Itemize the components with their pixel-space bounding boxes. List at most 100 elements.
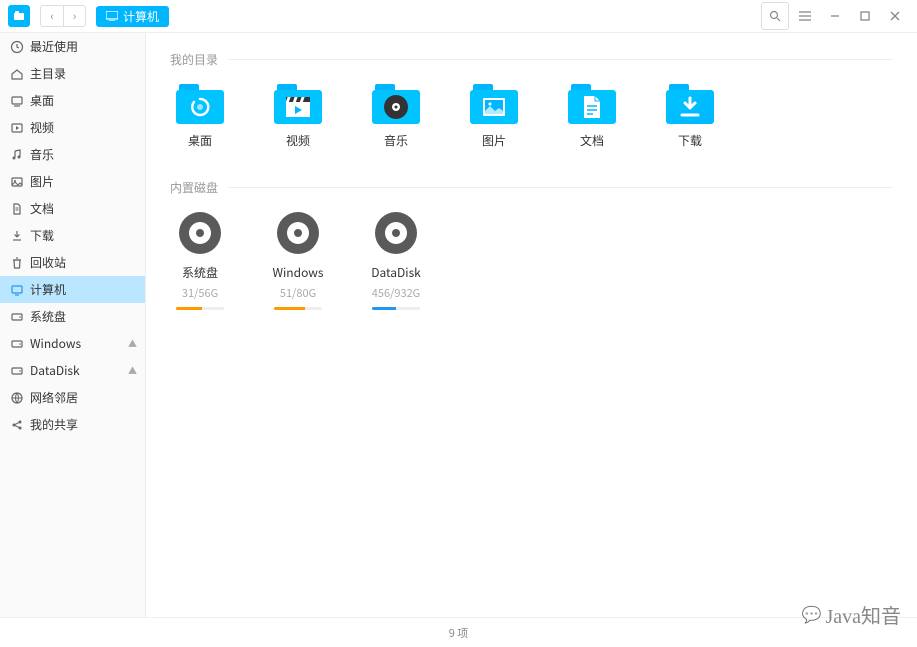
sidebar-item-label: 回收站 [30, 254, 66, 271]
download-icon [10, 229, 24, 243]
disk-item-windows[interactable]: Windows51/80G [268, 212, 328, 310]
sidebar-item-label: 视频 [30, 119, 54, 136]
item-count: 9 项 [449, 625, 469, 641]
desktop-icon [10, 94, 24, 108]
sidebar-item-label: 网络邻居 [30, 389, 78, 406]
minimize-icon [829, 10, 841, 22]
disk-usage-bar [274, 307, 322, 310]
music-icon [10, 148, 24, 162]
sidebar-item-windows[interactable]: Windows ▲ [0, 330, 145, 357]
sidebar-item-network[interactable]: 网络邻居 [0, 384, 145, 411]
forward-button[interactable]: › [63, 6, 85, 26]
sidebar-item-label: 文档 [30, 200, 54, 217]
menu-button[interactable] [791, 2, 819, 30]
menu-icon [798, 10, 812, 22]
sidebar-item-label: 桌面 [30, 92, 54, 109]
search-icon [769, 10, 781, 22]
item-label: Windows [272, 264, 323, 281]
sidebar-item-label: 下载 [30, 227, 54, 244]
sidebar-item-label: 主目录 [30, 65, 66, 82]
sidebar-item-label: 最近使用 [30, 38, 78, 55]
sidebar-item-label: DataDisk [30, 362, 80, 379]
folder-item-documents[interactable]: 文档 [562, 84, 622, 149]
titlebar: ‹ › 计算机 [0, 0, 917, 33]
sidebar-item-videos[interactable]: 视频 [0, 114, 145, 141]
sidebar-item-recent[interactable]: 最近使用 [0, 33, 145, 60]
sidebar-item-pictures[interactable]: 图片 [0, 168, 145, 195]
watermark: Java知音 [802, 600, 901, 629]
video-icon [10, 121, 24, 135]
item-label: 系统盘 [182, 264, 218, 281]
maximize-button[interactable] [851, 2, 879, 30]
disk-icon [179, 212, 221, 254]
eject-icon[interactable]: ▲ [128, 364, 137, 377]
back-button[interactable]: ‹ [41, 6, 63, 26]
folder-icon [372, 84, 420, 124]
disk-usage-bar [176, 307, 224, 310]
disk-item-datadisk[interactable]: DataDisk 456/932G [366, 212, 426, 310]
statusbar: 9 项 [0, 617, 917, 647]
share-icon [10, 418, 24, 432]
sidebar-item-label: Windows [30, 335, 81, 352]
maximize-icon [859, 10, 871, 22]
item-sub: 31/56G [182, 285, 218, 301]
network-icon [10, 391, 24, 405]
trash-icon [10, 256, 24, 270]
sidebar-item-label: 我的共享 [30, 416, 78, 433]
close-button[interactable] [881, 2, 909, 30]
sidebar-item-label: 计算机 [30, 281, 66, 298]
disk-icon [277, 212, 319, 254]
sidebar-item-label: 图片 [30, 173, 54, 190]
disk-icon [10, 310, 24, 324]
sidebar-item-trash[interactable]: 回收站 [0, 249, 145, 276]
sidebar: 最近使用主目录桌面视频音乐图片文档下载回收站计算机系统盘Windows▲Data… [0, 33, 146, 617]
eject-icon[interactable]: ▲ [128, 337, 137, 350]
grid-internal: 系统盘 31/56G Windows51/80G DataDisk 456/932G [170, 212, 893, 310]
sidebar-item-systemdisk[interactable]: 系统盘 [0, 303, 145, 330]
folder-item-pictures[interactable]: 图片 [464, 84, 524, 149]
item-label: 文档 [580, 132, 604, 149]
computer-icon [10, 283, 24, 297]
item-label: DataDisk [371, 264, 421, 281]
sidebar-item-desktop[interactable]: 桌面 [0, 87, 145, 114]
folder-item-music[interactable]: 音乐 [366, 84, 426, 149]
sidebar-item-home[interactable]: 主目录 [0, 60, 145, 87]
document-icon [10, 202, 24, 216]
disk-icon [375, 212, 417, 254]
sidebar-item-music[interactable]: 音乐 [0, 141, 145, 168]
image-icon [10, 175, 24, 189]
section-title-internal: 内置磁盘 [170, 179, 893, 196]
item-label: 视频 [286, 132, 310, 149]
item-sub: 456/932G [372, 285, 421, 301]
search-button[interactable] [761, 2, 789, 30]
grid-mydirs: 桌面视频 音乐 图片 文档 下载 [170, 84, 893, 149]
sidebar-item-shares[interactable]: 我的共享 [0, 411, 145, 438]
close-icon [889, 10, 901, 22]
minimize-button[interactable] [821, 2, 849, 30]
section-title-mydirs: 我的目录 [170, 51, 893, 68]
sidebar-item-label: 音乐 [30, 146, 54, 163]
folder-item-downloads[interactable]: 下载 [660, 84, 720, 149]
clock-icon [10, 40, 24, 54]
item-label: 音乐 [384, 132, 408, 149]
folder-item-videos[interactable]: 视频 [268, 84, 328, 149]
folder-icon [568, 84, 616, 124]
folder-icon [176, 84, 224, 124]
sidebar-item-documents[interactable]: 文档 [0, 195, 145, 222]
folder-icon [666, 84, 714, 124]
location-label: 计算机 [123, 8, 159, 25]
disk-item-systemdisk[interactable]: 系统盘 31/56G [170, 212, 230, 310]
sidebar-item-computer[interactable]: 计算机 [0, 276, 145, 303]
sidebar-item-downloads[interactable]: 下载 [0, 222, 145, 249]
item-label: 图片 [482, 132, 506, 149]
nav-group: ‹ › [40, 5, 86, 27]
main-content: 我的目录桌面视频 音乐 图片 文档 下载内置磁盘系统盘 31/56G Windows51/8… [146, 33, 917, 617]
sidebar-item-label: 系统盘 [30, 308, 66, 325]
home-icon [10, 67, 24, 81]
folder-icon [470, 84, 518, 124]
app-icon [8, 5, 30, 27]
item-label: 下载 [678, 132, 702, 149]
folder-item-desktop[interactable]: 桌面 [170, 84, 230, 149]
location-pill[interactable]: 计算机 [96, 6, 169, 27]
sidebar-item-datadisk[interactable]: DataDisk ▲ [0, 357, 145, 384]
